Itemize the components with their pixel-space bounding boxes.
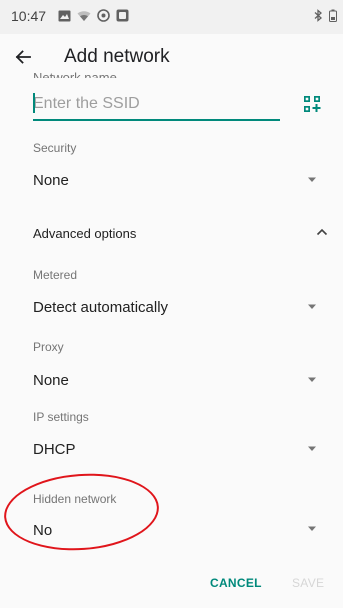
status-time: 10:47 — [11, 8, 47, 24]
chevron-up-icon — [316, 228, 328, 236]
dropdown-arrow-icon — [308, 377, 316, 382]
dropdown-arrow-icon — [308, 446, 316, 451]
security-label: Security — [33, 141, 77, 155]
ssid-input-underline — [33, 119, 280, 121]
battery-icon — [329, 9, 337, 22]
dialog-actions: CANCEL SAVE — [0, 560, 343, 608]
text-cursor — [33, 93, 35, 113]
dropdown-arrow-icon — [308, 177, 316, 182]
sync-icon — [97, 9, 110, 22]
status-bar: 10:47 — [0, 0, 343, 34]
ip-settings-value: DHCP — [33, 441, 76, 458]
image-notification-icon — [58, 10, 71, 21]
system-icons — [313, 9, 337, 22]
page-title: Add network — [64, 46, 170, 67]
screenshot-icon — [116, 9, 129, 22]
network-name-label: Network name — [33, 72, 117, 78]
qr-code-scanner-icon[interactable] — [303, 95, 321, 113]
metered-label: Metered — [33, 268, 78, 282]
ip-settings-label: IP settings — [33, 410, 89, 424]
metered-value: Detect automatically — [33, 299, 169, 316]
back-arrow-icon — [15, 50, 31, 64]
dropdown-arrow-icon — [308, 526, 316, 531]
proxy-label: Proxy — [33, 340, 64, 354]
security-value: None — [33, 172, 69, 189]
wifi-icon — [77, 10, 91, 21]
notification-icons — [58, 9, 129, 22]
save-button[interactable]: SAVE — [292, 576, 324, 590]
dropdown-arrow-icon — [308, 304, 316, 309]
advanced-options-label: Advanced options — [33, 226, 137, 241]
back-button[interactable] — [10, 44, 36, 70]
ssid-input[interactable] — [33, 91, 268, 117]
cancel-button[interactable]: CANCEL — [210, 576, 262, 590]
bluetooth-icon — [314, 9, 322, 22]
proxy-dropdown[interactable] — [24, 336, 334, 392]
proxy-value: None — [33, 372, 69, 389]
